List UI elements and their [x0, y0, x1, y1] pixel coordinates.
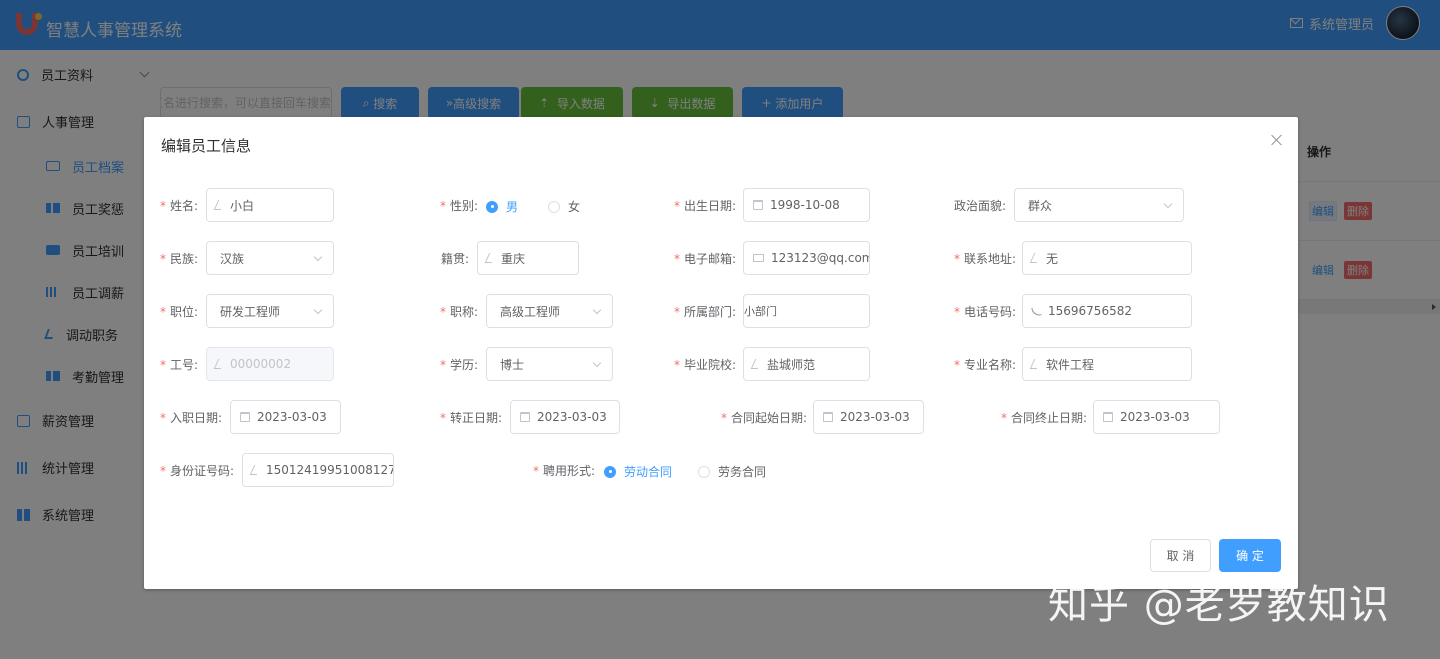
contractend-label: * 合同终止日期: [1001, 411, 1088, 425]
native-input[interactable]: 重庆 [477, 241, 579, 275]
chevron-down-icon [313, 252, 323, 262]
department-input[interactable]: 小部门 [743, 294, 870, 328]
field-idcard: * 身份证号码: [160, 462, 234, 479]
address-input[interactable]: 无 [1022, 241, 1192, 275]
pencil-icon [750, 359, 763, 369]
watermark: 知乎 @老罗教知识 [1048, 582, 1390, 628]
degree-select[interactable]: 博士 [486, 347, 613, 381]
phone-label: * 电话号码: [954, 305, 1017, 319]
conversion-date-input[interactable]: 2023-03-03 [510, 400, 620, 434]
jobtitle-select[interactable]: 高级工程师 [486, 294, 613, 328]
field-jobtitle: * 职称: [440, 303, 478, 320]
politic-label: 政治面貌: [954, 199, 1007, 213]
chevron-down-icon [592, 358, 602, 368]
field-engageform: * 聘用形式: [533, 462, 595, 479]
gender-label: * 性别: [440, 199, 479, 213]
calendar-icon [240, 412, 250, 422]
degree-label: * 学历: [440, 358, 479, 372]
pencil-icon [484, 253, 497, 263]
field-native: 籍贯: [441, 250, 469, 267]
contractstart-label: * 合同起始日期: [721, 411, 808, 425]
calendar-icon [520, 412, 530, 422]
email-input[interactable]: 123123@qq.com [743, 241, 870, 275]
gender-radio-group: 男 女 [486, 198, 610, 215]
idcard-input[interactable]: 150124199510081276 [242, 453, 394, 487]
pencil-icon [213, 200, 226, 210]
workid-label: * 工号: [160, 358, 199, 372]
major-label: * 专业名称: [954, 358, 1017, 372]
field-workid: * 工号: [160, 356, 198, 373]
field-department: * 所属部门: [674, 303, 736, 320]
field-address: * 联系地址: [954, 250, 1016, 267]
field-birthday: * 出生日期: [674, 197, 736, 214]
calendar-icon [1103, 412, 1113, 422]
pencil-icon [1029, 253, 1042, 263]
engage-labor-radio[interactable]: 劳动合同 [604, 463, 672, 480]
contractend-input[interactable]: 2023-03-03 [1093, 400, 1220, 434]
begindate-label: * 入职日期: [160, 411, 223, 425]
birthday-label: * 出生日期: [674, 199, 737, 213]
department-label: * 所属部门: [674, 305, 737, 319]
field-position: * 职位: [160, 303, 198, 320]
name-input[interactable]: 小白 [206, 188, 334, 222]
phone-icon [1031, 305, 1042, 317]
chevron-down-icon [592, 305, 602, 315]
close-icon[interactable] [1271, 134, 1283, 146]
position-select[interactable]: 研发工程师 [206, 294, 334, 328]
field-contractstart: * 合同起始日期: [721, 409, 807, 426]
edit-employee-dialog: 编辑员工信息 * 姓名: 小白 * 性别: 男 女 * 出生日期: 1998-10-0… [144, 117, 1298, 589]
field-begindate: * 入职日期: [160, 409, 222, 426]
begindate-input[interactable]: 2023-03-03 [230, 400, 341, 434]
engage-service-radio[interactable]: 劳务合同 [698, 463, 766, 480]
engageform-label: * 聘用形式: [533, 464, 596, 478]
calendar-icon [753, 200, 763, 210]
field-politic: 政治面貌: [954, 197, 1006, 214]
politic-select[interactable]: 群众 [1014, 188, 1184, 222]
gender-male-radio[interactable]: 男 [486, 198, 518, 215]
mail-icon [753, 254, 764, 262]
pencil-icon [213, 359, 226, 369]
email-label: * 电子邮箱: [674, 252, 737, 266]
gender-female-radio[interactable]: 女 [548, 198, 580, 215]
dialog-title: 编辑员工信息 [161, 137, 252, 155]
field-phone: * 电话号码: [954, 303, 1016, 320]
contractstart-input[interactable]: 2023-03-03 [813, 400, 924, 434]
field-gender: * 性别: [440, 197, 478, 214]
phone-input[interactable]: 15696756582 [1022, 294, 1192, 328]
cancel-button[interactable]: 取 消 [1150, 539, 1211, 572]
workid-input: 00000002 [206, 347, 334, 381]
pencil-icon [249, 465, 262, 475]
field-email: * 电子邮箱: [674, 250, 736, 267]
name-label: * 姓名: [160, 199, 199, 213]
nation-select[interactable]: 汉族 [206, 241, 334, 275]
chevron-down-icon [313, 305, 323, 315]
jobtitle-label: * 职称: [440, 305, 479, 319]
conversion-label: * 转正日期: [440, 411, 503, 425]
major-input[interactable]: 软件工程 [1022, 347, 1192, 381]
engageform-radio-group: 劳动合同 劳务合同 [604, 463, 796, 480]
field-name: * 姓名: [160, 197, 198, 214]
field-nation: * 民族: [160, 250, 198, 267]
calendar-icon [823, 412, 833, 422]
field-conversion: * 转正日期: [440, 409, 502, 426]
chevron-down-icon [1163, 199, 1173, 209]
nation-label: * 民族: [160, 252, 199, 266]
field-major: * 专业名称: [954, 356, 1016, 373]
native-label: 籍贯: [441, 252, 470, 266]
birthday-date-input[interactable]: 1998-10-08 [743, 188, 870, 222]
pencil-icon [1029, 359, 1042, 369]
idcard-label: * 身份证号码: [160, 464, 235, 478]
address-label: * 联系地址: [954, 252, 1017, 266]
field-school: * 毕业院校: [674, 356, 736, 373]
school-input[interactable]: 盐城师范 [743, 347, 870, 381]
field-contractend: * 合同终止日期: [1001, 409, 1087, 426]
school-label: * 毕业院校: [674, 358, 737, 372]
position-label: * 职位: [160, 305, 199, 319]
field-degree: * 学历: [440, 356, 478, 373]
confirm-button[interactable]: 确 定 [1219, 539, 1281, 572]
